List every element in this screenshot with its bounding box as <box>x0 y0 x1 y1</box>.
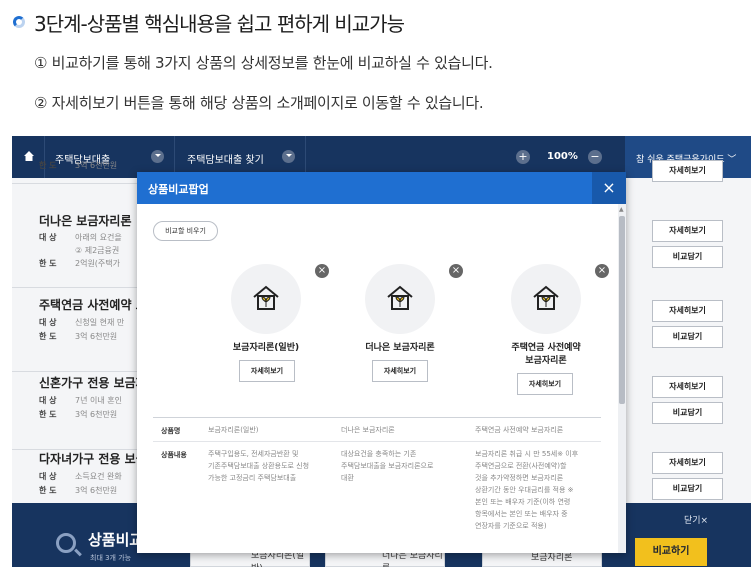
compare-product-card: × 더나은 보금자리론 자세히보기 <box>329 264 469 394</box>
remove-product-icon[interactable]: × <box>449 264 463 278</box>
modal-title: 상품비교팝업 <box>148 183 209 196</box>
product-icon-circle <box>365 264 435 334</box>
row-header: 상품명 <box>161 427 181 435</box>
list-item-row: 한 도 3억 6천만원 <box>39 410 118 419</box>
detail-button[interactable]: 자세히보기 <box>652 300 723 322</box>
table-row: 상품명 보금자리론(일반) 더나은 보금자리론 주택연금 사전예약 보금자리론 <box>153 418 601 442</box>
product-name: 다자녀가구 전용 보금 <box>39 452 147 466</box>
table-cell: 보금자리론(일반) <box>208 426 259 434</box>
compare-product-name: 주택연금 사전예약 보금자리론 <box>511 343 581 366</box>
house-sprout-icon <box>253 285 279 310</box>
compare-tray-title: 상품비교 <box>88 531 144 549</box>
house-sprout-icon <box>533 285 559 310</box>
search-icon <box>56 533 76 553</box>
detail-button[interactable]: 자세히보기 <box>652 220 723 242</box>
modal-scrollbar[interactable]: ▲ ▼ <box>618 204 626 553</box>
step-bullet-icon <box>13 16 25 28</box>
scrollbar-thumb[interactable] <box>619 216 625 404</box>
table-cell: 대상요건을 충족하는 기존 주택담보대출을 보금자리론으로 대환 <box>341 450 434 482</box>
compare-product-card: × 주택연금 사전예약 보금자리론 자세히보기 <box>475 264 615 395</box>
modal-header: 상품비교팝업 × <box>137 172 626 204</box>
guide-note-2: ② 자세히보기 버튼을 통해 해당 상품의 소개페이지로 이동할 수 있습니다. <box>34 94 484 112</box>
add-compare-button[interactable]: 비교담기 <box>652 326 723 348</box>
scroll-up-icon[interactable]: ▲ <box>619 206 624 213</box>
close-tray-button[interactable]: 닫기× <box>684 513 708 526</box>
remove-product-icon[interactable]: × <box>595 264 609 278</box>
compare-button[interactable]: 비교하기 <box>635 538 707 566</box>
row-header: 상품내용 <box>161 451 187 459</box>
add-compare-button[interactable]: 비교담기 <box>652 402 723 424</box>
compare-tray-subtitle: 최대 3개 가능 <box>90 554 132 562</box>
house-sprout-icon <box>387 285 413 310</box>
product-detail-button[interactable]: 자세히보기 <box>517 373 573 395</box>
add-compare-button[interactable]: 비교담기 <box>652 478 723 500</box>
compare-modal: 상품비교팝업 × 비교할 비우기 × 보금자리론(일반) 자세히보기 × 더나은… <box>137 172 626 553</box>
compare-product-name: 더나은 보금자리론 <box>365 343 435 353</box>
table-cell: 보금자리론 취급 시 만 55세※ 이후 주택연금으로 전환(사전예약)할 것을… <box>475 450 579 530</box>
table-row: 상품내용 주택구입용도, 전세자금반환 및 기존주택담보대출 상환용도로 신청 … <box>153 442 601 552</box>
list-item-row: 한 도 3억 6천만원 <box>39 161 118 170</box>
table-cell: 주택구입용도, 전세자금반환 및 기존주택담보대출 상환용도로 신청 가능한 고… <box>208 450 310 482</box>
table-cell: 더나은 보금자리론 <box>341 426 395 434</box>
product-detail-button[interactable]: 자세히보기 <box>239 360 295 382</box>
product-icon-circle <box>511 264 581 334</box>
product-name: 더나은 보금자리론 <box>39 214 132 228</box>
step-title: 3단계-상품별 핵심내용을 쉽고 편하게 비교가능 <box>34 12 405 36</box>
close-modal-button[interactable]: × <box>592 172 626 204</box>
list-item-row: 대 상 소득요건 완화 <box>39 472 122 481</box>
compare-table: 상품명 보금자리론(일반) 더나은 보금자리론 주택연금 사전예약 보금자리론 … <box>153 417 601 552</box>
detail-button[interactable]: 자세히보기 <box>652 160 723 182</box>
list-item-row: 한 도 2억원(주택가 <box>39 259 121 268</box>
list-item-row: 한 도 3억 6천만원 <box>39 332 118 341</box>
product-name: 주택연금 사전예약 보 <box>39 298 147 312</box>
product-action-column: 자세히보기 자세히보기 비교담기 자세히보기 비교담기 자세히보기 비교담기 자… <box>624 160 751 503</box>
add-compare-button[interactable]: 비교담기 <box>652 246 723 268</box>
list-item-row: 대 상 7년 이내 혼인 <box>39 396 122 405</box>
remove-product-icon[interactable]: × <box>315 264 329 278</box>
product-name: 신혼가구 전용 보금자 <box>39 376 147 390</box>
chevron-down-icon: ﹀ <box>727 155 737 165</box>
product-icon-circle <box>231 264 301 334</box>
list-item-row: ② 제2금융권 <box>75 246 120 255</box>
product-detail-button[interactable]: 자세히보기 <box>372 360 428 382</box>
detail-button[interactable]: 자세히보기 <box>652 376 723 398</box>
list-item-row: 한 도 3억 6천만원 <box>39 486 118 495</box>
table-cell: 주택연금 사전예약 보금자리론 <box>475 426 564 434</box>
clear-compare-button[interactable]: 비교할 비우기 <box>153 221 218 241</box>
guide-note-1: ① 비교하기를 통해 3가지 상품의 상세정보를 한눈에 비교하실 수 있습니다… <box>34 54 493 72</box>
list-item-row: 대 상 신청일 현재 만 <box>39 318 125 327</box>
detail-button[interactable]: 자세히보기 <box>652 452 723 474</box>
compare-product-name: 보금자리론(일반) <box>232 343 300 353</box>
compare-product-card: × 보금자리론(일반) 자세히보기 <box>195 264 335 394</box>
guide-header: 3단계-상품별 핵심내용을 쉽고 편하게 비교가능 ① 비교하기를 통해 3가지… <box>0 0 754 132</box>
list-item-row: 대 상 아래의 요건을 <box>39 233 122 242</box>
